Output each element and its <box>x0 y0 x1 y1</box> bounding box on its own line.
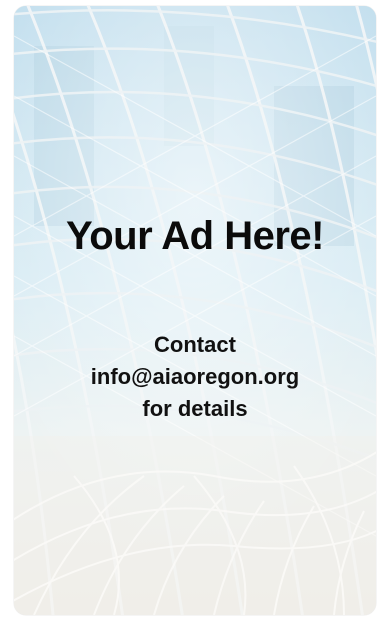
contact-info: Contact info@aiaoregon.org for details <box>14 329 376 425</box>
contact-email-link[interactable]: info@aiaoregon.org <box>14 361 376 393</box>
contact-label: Contact <box>154 332 236 357</box>
glass-roof-image <box>14 6 376 615</box>
details-label: for details <box>142 396 248 421</box>
ad-headline: Your Ad Here! <box>66 214 324 258</box>
ad-card[interactable]: Your Ad Here! Contact info@aiaoregon.org… <box>14 6 376 615</box>
